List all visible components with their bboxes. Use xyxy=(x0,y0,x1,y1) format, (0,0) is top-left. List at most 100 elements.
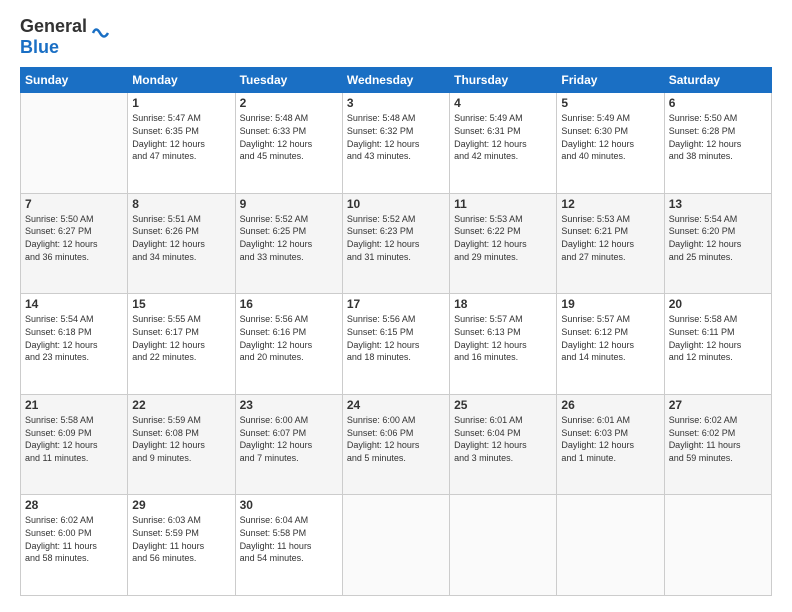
calendar-cell xyxy=(557,495,664,596)
calendar-cell: 5 Sunrise: 5:49 AM Sunset: 6:30 PM Daylig… xyxy=(557,93,664,194)
day-number: 12 xyxy=(561,197,659,211)
logo-wave-icon xyxy=(89,22,111,44)
day-info: Sunrise: 5:56 AM Sunset: 6:16 PM Dayligh… xyxy=(240,313,338,363)
day-info: Sunrise: 5:58 AM Sunset: 6:11 PM Dayligh… xyxy=(669,313,767,363)
day-info: Sunrise: 6:02 AM Sunset: 6:00 PM Dayligh… xyxy=(25,514,123,564)
day-info: Sunrise: 5:59 AM Sunset: 6:08 PM Dayligh… xyxy=(132,414,230,464)
day-info: Sunrise: 5:48 AM Sunset: 6:32 PM Dayligh… xyxy=(347,112,445,162)
day-number: 5 xyxy=(561,96,659,110)
day-info: Sunrise: 6:00 AM Sunset: 6:07 PM Dayligh… xyxy=(240,414,338,464)
day-info: Sunrise: 5:56 AM Sunset: 6:15 PM Dayligh… xyxy=(347,313,445,363)
logo: General Blue xyxy=(20,16,111,57)
day-number: 20 xyxy=(669,297,767,311)
calendar-week-row: 28 Sunrise: 6:02 AM Sunset: 6:00 PM Dayli… xyxy=(21,495,772,596)
calendar-cell: 13 Sunrise: 5:54 AM Sunset: 6:20 PM Dayli… xyxy=(664,193,771,294)
logo-blue: Blue xyxy=(20,37,87,58)
day-number: 19 xyxy=(561,297,659,311)
calendar-cell: 1 Sunrise: 5:47 AM Sunset: 6:35 PM Daylig… xyxy=(128,93,235,194)
day-number: 24 xyxy=(347,398,445,412)
calendar-cell: 18 Sunrise: 5:57 AM Sunset: 6:13 PM Dayli… xyxy=(450,294,557,395)
day-info: Sunrise: 5:55 AM Sunset: 6:17 PM Dayligh… xyxy=(132,313,230,363)
day-info: Sunrise: 5:48 AM Sunset: 6:33 PM Dayligh… xyxy=(240,112,338,162)
day-number: 23 xyxy=(240,398,338,412)
day-number: 25 xyxy=(454,398,552,412)
day-header-sunday: Sunday xyxy=(21,68,128,93)
calendar-week-row: 21Sunrise: 5:58 AM Sunset: 6:09 PM Dayli… xyxy=(21,394,772,495)
day-number: 17 xyxy=(347,297,445,311)
page: General Blue SundayMondayTuesdayWednesda… xyxy=(0,0,792,612)
day-header-tuesday: Tuesday xyxy=(235,68,342,93)
day-info: Sunrise: 5:50 AM Sunset: 6:27 PM Dayligh… xyxy=(25,213,123,263)
day-number: 27 xyxy=(669,398,767,412)
calendar-cell: 8Sunrise: 5:51 AM Sunset: 6:26 PM Daylig… xyxy=(128,193,235,294)
calendar-cell: 25 Sunrise: 6:01 AM Sunset: 6:04 PM Dayli… xyxy=(450,394,557,495)
day-number: 18 xyxy=(454,297,552,311)
day-info: Sunrise: 5:47 AM Sunset: 6:35 PM Dayligh… xyxy=(132,112,230,162)
day-header-monday: Monday xyxy=(128,68,235,93)
calendar-cell: 4Sunrise: 5:49 AM Sunset: 6:31 PM Daylig… xyxy=(450,93,557,194)
calendar-cell xyxy=(664,495,771,596)
day-info: Sunrise: 5:57 AM Sunset: 6:13 PM Dayligh… xyxy=(454,313,552,363)
calendar-cell: 12Sunrise: 5:53 AM Sunset: 6:21 PM Dayli… xyxy=(557,193,664,294)
calendar-cell: 23 Sunrise: 6:00 AM Sunset: 6:07 PM Dayli… xyxy=(235,394,342,495)
calendar-cell: 24 Sunrise: 6:00 AM Sunset: 6:06 PM Dayli… xyxy=(342,394,449,495)
day-number: 29 xyxy=(132,498,230,512)
calendar-cell: 7 Sunrise: 5:50 AM Sunset: 6:27 PM Daylig… xyxy=(21,193,128,294)
calendar-cell: 16 Sunrise: 5:56 AM Sunset: 6:16 PM Dayli… xyxy=(235,294,342,395)
calendar-header-row: SundayMondayTuesdayWednesdayThursdayFrid… xyxy=(21,68,772,93)
day-number: 7 xyxy=(25,197,123,211)
day-info: Sunrise: 6:01 AM Sunset: 6:04 PM Dayligh… xyxy=(454,414,552,464)
day-header-friday: Friday xyxy=(557,68,664,93)
day-info: Sunrise: 5:49 AM Sunset: 6:30 PM Dayligh… xyxy=(561,112,659,162)
day-number: 13 xyxy=(669,197,767,211)
day-number: 30 xyxy=(240,498,338,512)
calendar-cell: 9Sunrise: 5:52 AM Sunset: 6:25 PM Daylig… xyxy=(235,193,342,294)
day-number: 21 xyxy=(25,398,123,412)
logo-general: General xyxy=(20,16,87,37)
calendar-cell: 17 Sunrise: 5:56 AM Sunset: 6:15 PM Dayli… xyxy=(342,294,449,395)
calendar-cell xyxy=(450,495,557,596)
calendar-cell: 20 Sunrise: 5:58 AM Sunset: 6:11 PM Dayli… xyxy=(664,294,771,395)
calendar-cell: 29Sunrise: 6:03 AM Sunset: 5:59 PM Dayli… xyxy=(128,495,235,596)
calendar-cell: 2 Sunrise: 5:48 AM Sunset: 6:33 PM Daylig… xyxy=(235,93,342,194)
day-number: 28 xyxy=(25,498,123,512)
day-number: 22 xyxy=(132,398,230,412)
day-info: Sunrise: 5:57 AM Sunset: 6:12 PM Dayligh… xyxy=(561,313,659,363)
day-info: Sunrise: 6:02 AM Sunset: 6:02 PM Dayligh… xyxy=(669,414,767,464)
calendar-cell: 26 Sunrise: 6:01 AM Sunset: 6:03 PM Dayli… xyxy=(557,394,664,495)
day-info: Sunrise: 6:01 AM Sunset: 6:03 PM Dayligh… xyxy=(561,414,659,464)
day-number: 2 xyxy=(240,96,338,110)
calendar-cell: 6Sunrise: 5:50 AM Sunset: 6:28 PM Daylig… xyxy=(664,93,771,194)
calendar-cell: 28 Sunrise: 6:02 AM Sunset: 6:00 PM Dayli… xyxy=(21,495,128,596)
day-number: 1 xyxy=(132,96,230,110)
day-number: 16 xyxy=(240,297,338,311)
calendar-cell: 10Sunrise: 5:52 AM Sunset: 6:23 PM Dayli… xyxy=(342,193,449,294)
day-number: 14 xyxy=(25,297,123,311)
calendar-week-row: 14 Sunrise: 5:54 AM Sunset: 6:18 PM Dayli… xyxy=(21,294,772,395)
calendar-cell: 15 Sunrise: 5:55 AM Sunset: 6:17 PM Dayli… xyxy=(128,294,235,395)
calendar-cell xyxy=(21,93,128,194)
day-header-wednesday: Wednesday xyxy=(342,68,449,93)
calendar-cell xyxy=(342,495,449,596)
day-number: 26 xyxy=(561,398,659,412)
calendar-cell: 19 Sunrise: 5:57 AM Sunset: 6:12 PM Dayli… xyxy=(557,294,664,395)
day-info: Sunrise: 5:54 AM Sunset: 6:18 PM Dayligh… xyxy=(25,313,123,363)
calendar-cell: 21Sunrise: 5:58 AM Sunset: 6:09 PM Dayli… xyxy=(21,394,128,495)
day-info: Sunrise: 6:00 AM Sunset: 6:06 PM Dayligh… xyxy=(347,414,445,464)
day-number: 9 xyxy=(240,197,338,211)
day-header-saturday: Saturday xyxy=(664,68,771,93)
day-header-thursday: Thursday xyxy=(450,68,557,93)
calendar-cell: 14 Sunrise: 5:54 AM Sunset: 6:18 PM Dayli… xyxy=(21,294,128,395)
day-info: Sunrise: 5:54 AM Sunset: 6:20 PM Dayligh… xyxy=(669,213,767,263)
day-number: 10 xyxy=(347,197,445,211)
day-number: 3 xyxy=(347,96,445,110)
calendar-cell: 30 Sunrise: 6:04 AM Sunset: 5:58 PM Dayli… xyxy=(235,495,342,596)
header: General Blue xyxy=(20,16,772,57)
day-info: Sunrise: 5:51 AM Sunset: 6:26 PM Dayligh… xyxy=(132,213,230,263)
calendar-table: SundayMondayTuesdayWednesdayThursdayFrid… xyxy=(20,67,772,596)
calendar-week-row: 1 Sunrise: 5:47 AM Sunset: 6:35 PM Daylig… xyxy=(21,93,772,194)
day-number: 15 xyxy=(132,297,230,311)
calendar-week-row: 7 Sunrise: 5:50 AM Sunset: 6:27 PM Daylig… xyxy=(21,193,772,294)
day-info: Sunrise: 5:53 AM Sunset: 6:22 PM Dayligh… xyxy=(454,213,552,263)
day-info: Sunrise: 6:04 AM Sunset: 5:58 PM Dayligh… xyxy=(240,514,338,564)
